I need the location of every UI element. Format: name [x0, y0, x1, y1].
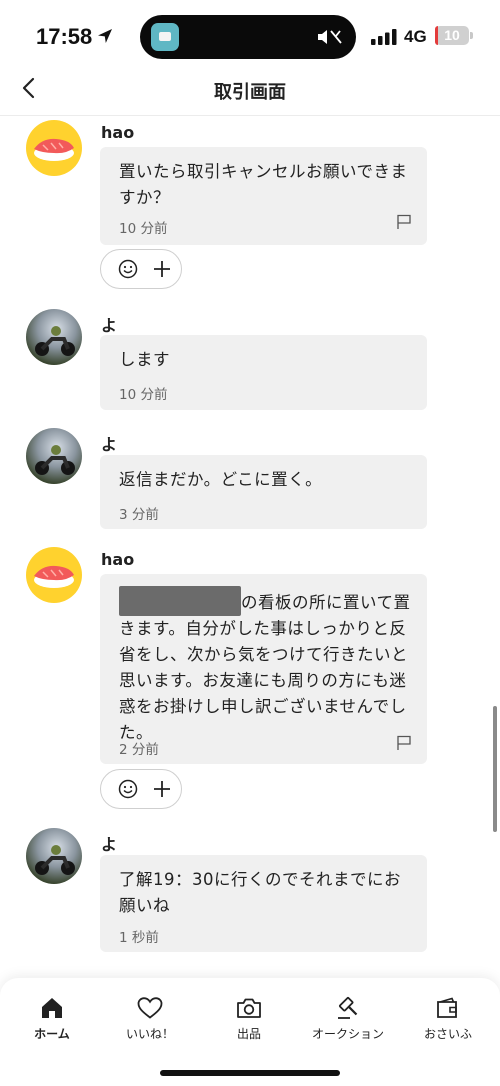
- status-time: 17:58: [36, 24, 93, 49]
- sushi-icon: [34, 565, 74, 588]
- tab-label: 出品: [236, 1027, 261, 1041]
- message-time: 10 分前: [119, 221, 168, 237]
- message-text: 置いたら取引キャンセルお願いできますか？: [119, 162, 408, 207]
- motorcycle-photo-avatar[interactable]: [26, 428, 82, 484]
- message-time: 2 分前: [119, 742, 159, 758]
- battery-icon: 10: [435, 26, 469, 45]
- sushi-avatar[interactable]: [26, 120, 82, 176]
- plus-icon: [154, 781, 170, 797]
- report-flag-icon[interactable]: [396, 214, 412, 230]
- motorcycle-icon: [35, 845, 75, 875]
- tab-label: おさいふ: [423, 1027, 472, 1041]
- dynamic-island: [140, 15, 356, 59]
- message-text: します: [119, 350, 170, 369]
- tab-likes[interactable]: いいね！: [100, 996, 200, 1044]
- cellular-signal-icon: [371, 29, 397, 45]
- wallet-icon: [437, 997, 457, 1018]
- page-title: 取引画面: [214, 82, 286, 103]
- tab-label: オークション: [311, 1027, 384, 1041]
- sender-name: よ: [101, 435, 118, 454]
- motorcycle-photo-avatar[interactable]: [26, 309, 82, 365]
- report-flag-icon[interactable]: [396, 735, 412, 751]
- message-bubble: の看板の所に置いて置きます。自分がした事はしっかりと反省をし、次から気をつけて行…: [100, 574, 427, 764]
- tab-label: ホーム: [34, 1027, 70, 1041]
- message-text: 了解19：30に行くのでそれまでにお願いね: [119, 870, 401, 915]
- sender-name: よ: [101, 835, 118, 854]
- tab-sell[interactable]: 出品: [199, 996, 299, 1044]
- gavel-icon: [338, 997, 358, 1019]
- message-time: 3 分前: [119, 507, 159, 523]
- tab-wallet[interactable]: おさいふ: [398, 996, 498, 1044]
- tab-label: いいね！: [125, 1027, 174, 1041]
- message-time: 1 秒前: [119, 930, 159, 946]
- message-bubble: 置いたら取引キャンセルお願いできますか？ 10 分前: [100, 147, 427, 245]
- home-icon: [42, 998, 62, 1018]
- nav-header: 取引画面: [0, 70, 500, 116]
- reaction-button[interactable]: [100, 769, 182, 809]
- smile-icon: [118, 259, 138, 279]
- message-bubble: します 10 分前: [100, 335, 427, 410]
- motorcycle-icon: [35, 445, 75, 475]
- message-text: 返信まだか。どこに置く。: [119, 470, 323, 489]
- location-arrow-icon: [98, 29, 112, 43]
- tab-home[interactable]: ホーム: [2, 996, 102, 1044]
- heart-icon: [137, 997, 163, 1019]
- camera-icon: [237, 998, 261, 1018]
- message-bubble: 返信まだか。どこに置く。 3 分前: [100, 455, 427, 529]
- sender-name: hao: [101, 123, 135, 142]
- smile-icon: [118, 779, 138, 799]
- redacted-block: [119, 586, 241, 616]
- sender-name: hao: [101, 550, 135, 569]
- message-bubble: 了解19：30に行くのでそれまでにお願いね 1 秒前: [100, 855, 427, 952]
- sender-name: よ: [101, 316, 118, 335]
- message-text-wrapper: の看板の所に置いて置きます。自分がした事はしっかりと反省をし、次から気をつけて行…: [119, 586, 415, 746]
- app-activity-icon: [151, 23, 179, 51]
- plus-icon: [154, 261, 170, 277]
- home-indicator[interactable]: [160, 1070, 340, 1076]
- sushi-avatar[interactable]: [26, 547, 82, 603]
- motorcycle-photo-avatar[interactable]: [26, 828, 82, 884]
- battery-level: 10: [444, 27, 460, 43]
- scrollbar[interactable]: [493, 706, 497, 832]
- status-bar: 17:58 4G 10: [0, 0, 500, 70]
- tab-auction[interactable]: オークション: [298, 996, 398, 1044]
- reaction-button[interactable]: [100, 249, 182, 289]
- sushi-icon: [34, 138, 74, 161]
- network-type: 4G: [404, 27, 427, 46]
- motorcycle-icon: [35, 326, 75, 356]
- message-text: の看板の所に置いて置きます。自分がした事はしっかりと反省をし、次から気をつけて行…: [119, 593, 411, 742]
- message-time: 10 分前: [119, 387, 168, 403]
- muted-speaker-icon: [318, 30, 342, 44]
